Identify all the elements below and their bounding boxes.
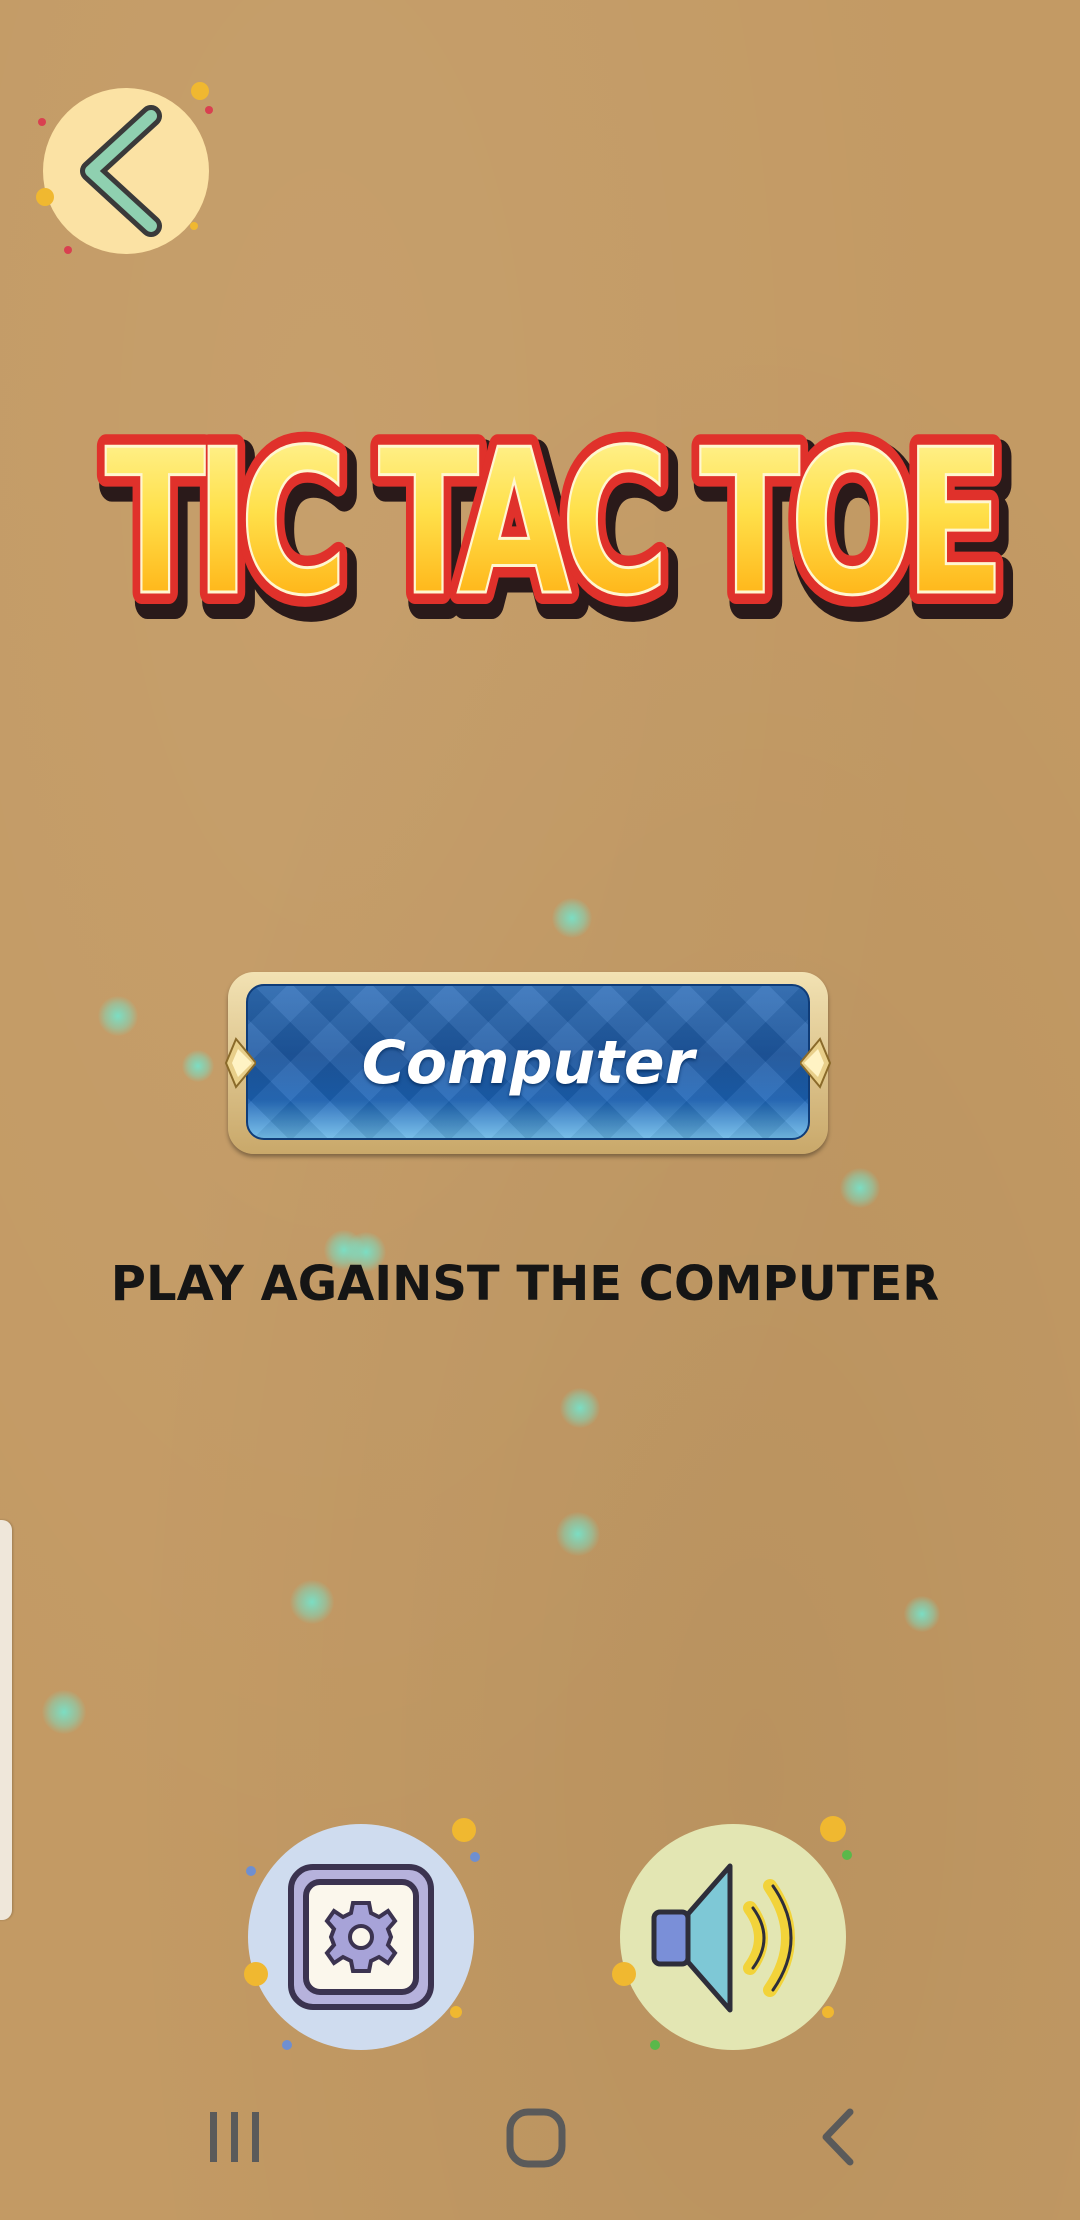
particle	[552, 898, 592, 938]
decor-dot	[38, 118, 46, 126]
decor-dot	[205, 106, 213, 114]
decor-dot	[246, 1866, 256, 1876]
particle	[98, 996, 138, 1036]
gear-icon	[288, 1864, 434, 2010]
decor-dot	[191, 82, 209, 100]
decor-dot	[842, 1850, 852, 1860]
computer-button-label: Computer	[361, 1028, 695, 1098]
decor-dot	[820, 1816, 846, 1842]
decor-dot	[190, 222, 198, 230]
title-text: TIC TAC TOE	[105, 407, 995, 640]
game-title: TIC TAC TOE TIC TAC TOE TIC TAC TOE	[90, 395, 1032, 667]
decor-dot	[612, 1962, 636, 1986]
back-button[interactable]	[43, 88, 209, 254]
chevron-left-icon	[80, 105, 162, 237]
settings-button[interactable]	[248, 1824, 474, 2050]
decor-dot	[244, 1962, 268, 1986]
system-navigation-bar	[0, 2080, 1080, 2220]
particle	[556, 1512, 600, 1556]
sound-button[interactable]	[620, 1824, 846, 2050]
particle	[290, 1580, 334, 1624]
decor-dot	[822, 2006, 834, 2018]
decor-dot	[64, 246, 72, 254]
system-back-button[interactable]	[778, 2080, 898, 2200]
particle	[560, 1388, 600, 1428]
recents-icon	[210, 2112, 259, 2162]
decor-dot	[450, 2006, 462, 2018]
mode-description: PLAY AGAINST THE COMPUTER	[110, 1256, 940, 1312]
decor-dot	[452, 1818, 476, 1842]
home-button[interactable]	[476, 2080, 596, 2200]
decor-dot	[650, 2040, 660, 2050]
edge-panel-handle[interactable]	[0, 1520, 12, 1920]
home-icon	[506, 2108, 566, 2168]
decor-dot	[36, 188, 54, 206]
decor-dot	[282, 2040, 292, 2050]
back-icon	[822, 2108, 854, 2166]
particle	[42, 1690, 86, 1734]
computer-mode-button[interactable]: Computer	[224, 972, 832, 1154]
speaker-icon	[651, 1863, 795, 2013]
particle	[840, 1168, 880, 1208]
particle	[182, 1050, 214, 1082]
particle	[904, 1596, 940, 1632]
recents-button[interactable]	[174, 2080, 294, 2200]
decor-dot	[470, 1852, 480, 1862]
